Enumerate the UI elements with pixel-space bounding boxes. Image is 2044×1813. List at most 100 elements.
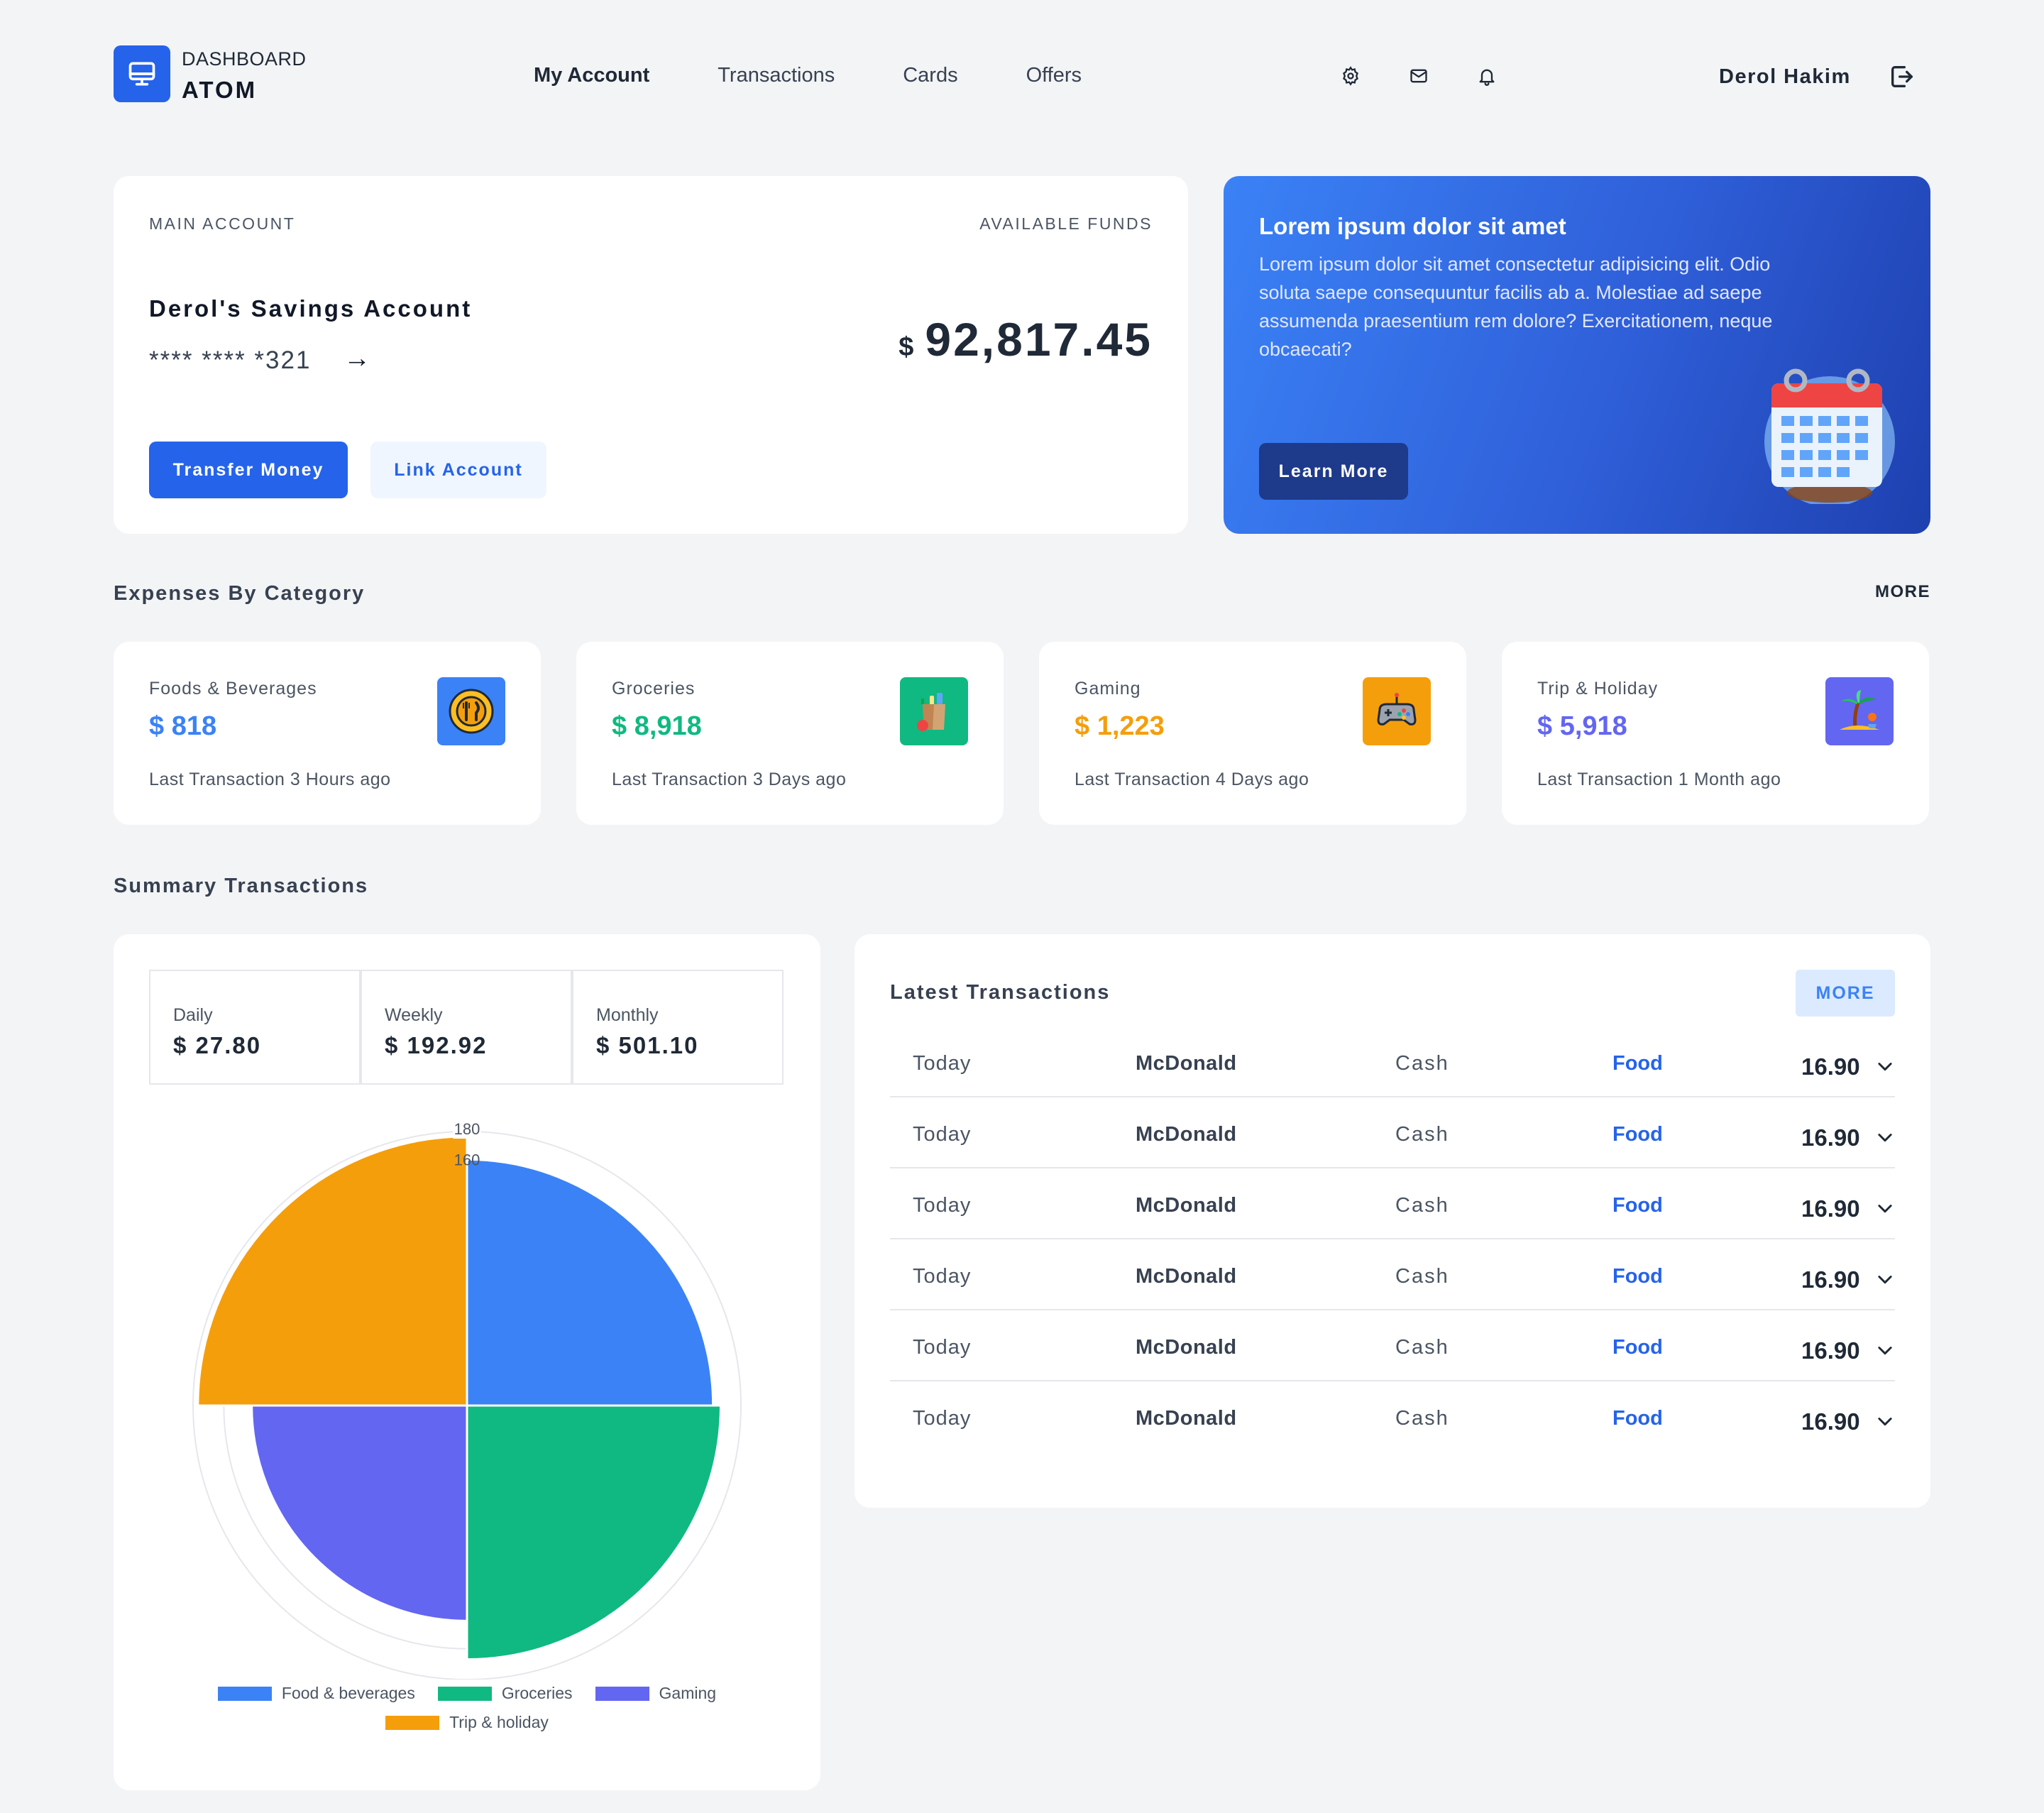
chart-legend: Food & beverages Groceries Gaming Trip & h…	[114, 1684, 820, 1742]
legend-swatch	[385, 1715, 440, 1730]
expense-amount: $ 5,918	[1537, 711, 1627, 741]
bell-icon[interactable]	[1475, 64, 1499, 88]
wedge-food-beverages[interactable]	[466, 1158, 715, 1407]
monitor-logo-icon[interactable]	[114, 45, 170, 102]
arrow-right-icon[interactable]: →	[344, 344, 370, 374]
nav-transactions[interactable]: Transactions	[718, 64, 835, 87]
transaction-row[interactable]: Today McDonald Cash Food 16.90	[890, 1239, 1895, 1310]
legend-item[interactable]: Groceries	[437, 1684, 573, 1703]
link-account-button[interactable]: Link Account	[370, 442, 546, 498]
period-value: $ 501.10	[596, 1032, 699, 1058]
chevron-down-icon[interactable]	[1875, 1411, 1895, 1431]
groceries-icon	[900, 677, 968, 745]
legend-label: Food & beverages	[281, 1684, 415, 1702]
transaction-category[interactable]: Food	[1612, 1265, 1663, 1288]
period-daily[interactable]: Daily $ 27.80	[149, 970, 361, 1085]
transaction-date: Today	[913, 1123, 972, 1146]
transaction-amount: 16.90	[1801, 1053, 1860, 1080]
chevron-down-icon[interactable]	[1875, 1056, 1895, 1076]
logout-icon[interactable]	[1888, 62, 1916, 91]
promo-title: Lorem ipsum dolor sit amet	[1259, 213, 1566, 239]
transaction-category[interactable]: Food	[1612, 1194, 1663, 1217]
transaction-method: Cash	[1395, 1052, 1449, 1075]
promo-banner: Lorem ipsum dolor sit amet Lorem ipsum d…	[1224, 176, 1930, 534]
transaction-category[interactable]: Food	[1612, 1123, 1663, 1146]
transaction-method: Cash	[1395, 1407, 1449, 1430]
chevron-down-icon[interactable]	[1875, 1127, 1895, 1147]
user-name[interactable]: Derol Hakim	[1719, 65, 1851, 89]
wedge-groceries[interactable]	[466, 1404, 722, 1661]
food-icon	[437, 677, 505, 745]
account-name: Derol's Savings Account	[149, 295, 473, 322]
expense-last-transaction: Last Transaction 3 Days ago	[612, 769, 847, 789]
wedge-gaming[interactable]	[251, 1404, 468, 1622]
expense-last-transaction: Last Transaction 1 Month ago	[1537, 769, 1781, 789]
expense-card-food[interactable]: Foods & Beverages $ 818 Last Transaction…	[114, 642, 541, 825]
chevron-down-icon[interactable]	[1875, 1269, 1895, 1289]
expense-amount: $ 818	[149, 711, 217, 741]
legend-label: Groceries	[501, 1684, 573, 1702]
gear-icon[interactable]	[1339, 64, 1363, 88]
expenses-more-link[interactable]: MORE	[1875, 582, 1930, 602]
period-weekly[interactable]: Weekly $ 192.92	[361, 970, 572, 1085]
expense-last-transaction: Last Transaction 4 Days ago	[1075, 769, 1309, 789]
expense-last-transaction: Last Transaction 3 Hours ago	[149, 769, 391, 789]
period-label: Monthly	[596, 1005, 659, 1025]
latest-more-button[interactable]: MORE	[1796, 970, 1895, 1017]
mail-icon[interactable]	[1407, 64, 1431, 88]
expense-category-name: Groceries	[612, 679, 696, 699]
transaction-method: Cash	[1395, 1123, 1449, 1146]
learn-more-button[interactable]: Learn More	[1259, 443, 1408, 500]
transaction-category[interactable]: Food	[1612, 1336, 1663, 1359]
transaction-date: Today	[913, 1265, 972, 1288]
expense-category-name: Foods & Beverages	[149, 679, 317, 699]
transaction-merchant: McDonald	[1136, 1265, 1237, 1288]
chevron-down-icon[interactable]	[1875, 1198, 1895, 1218]
promo-text: Lorem ipsum dolor sit amet consectetur a…	[1259, 253, 1773, 360]
transaction-method: Cash	[1395, 1194, 1449, 1217]
expenses-section-title: Expenses By Category	[114, 582, 366, 605]
legend-item[interactable]: Trip & holiday	[385, 1713, 549, 1732]
legend-row: Trip & holiday	[114, 1713, 820, 1732]
nav-my-account[interactable]: My Account	[534, 64, 649, 87]
expense-category-name: Trip & Holiday	[1537, 679, 1659, 699]
transaction-method: Cash	[1395, 1265, 1449, 1288]
transfer-money-button[interactable]: Transfer Money	[149, 442, 348, 498]
chevron-down-icon[interactable]	[1875, 1340, 1895, 1360]
transaction-date: Today	[913, 1194, 972, 1217]
transaction-amount: 16.90	[1801, 1195, 1860, 1222]
transaction-date: Today	[913, 1052, 972, 1075]
main-account-label: MAIN ACCOUNT	[149, 214, 296, 233]
transaction-date: Today	[913, 1407, 972, 1430]
top-header: DASHBOARD ATOM My Account Transactions C…	[114, 45, 1930, 108]
transaction-row[interactable]: Today McDonald Cash Food 16.90	[890, 1097, 1895, 1168]
period-value: $ 192.92	[385, 1032, 488, 1058]
legend-swatch	[595, 1686, 649, 1701]
wedge-trip-holiday[interactable]	[197, 1135, 468, 1407]
expense-amount: $ 1,223	[1075, 711, 1165, 741]
nav-cards[interactable]: Cards	[903, 64, 957, 87]
transaction-merchant: McDonald	[1136, 1336, 1237, 1359]
legend-swatch	[437, 1686, 492, 1701]
legend-item[interactable]: Gaming	[595, 1684, 716, 1703]
transaction-amount: 16.90	[1801, 1337, 1860, 1364]
legend-item[interactable]: Food & beverages	[217, 1684, 415, 1703]
transaction-category[interactable]: Food	[1612, 1407, 1663, 1430]
expense-card-trip[interactable]: Trip & Holiday $ 5,918 Last Transaction …	[1502, 642, 1929, 825]
radial-tick-label: 160	[454, 1151, 480, 1168]
expense-amount: $ 8,918	[612, 711, 702, 741]
nav-offers[interactable]: Offers	[1026, 64, 1082, 87]
expense-category-name: Gaming	[1075, 679, 1141, 699]
period-monthly[interactable]: Monthly $ 501.10	[572, 970, 784, 1085]
transaction-row[interactable]: Today McDonald Cash Food 16.90	[890, 1310, 1895, 1381]
expense-card-groceries[interactable]: Groceries $ 8,918 Last Transaction 3 Day…	[576, 642, 1004, 825]
transaction-row[interactable]: Today McDonald Cash Food 16.90	[890, 1168, 1895, 1239]
transaction-merchant: McDonald	[1136, 1123, 1237, 1146]
transaction-row[interactable]: Today McDonald Cash Food 16.90	[890, 1026, 1895, 1097]
account-balance: $ 92,817.45	[899, 312, 1153, 366]
transaction-merchant: McDonald	[1136, 1052, 1237, 1075]
expense-card-gaming[interactable]: Gaming $ 1,223 Last Transaction 4 Days a…	[1039, 642, 1466, 825]
transaction-category[interactable]: Food	[1612, 1052, 1663, 1075]
transaction-row[interactable]: Today McDonald Cash Food 16.90	[890, 1381, 1895, 1452]
period-label: Weekly	[385, 1005, 443, 1025]
